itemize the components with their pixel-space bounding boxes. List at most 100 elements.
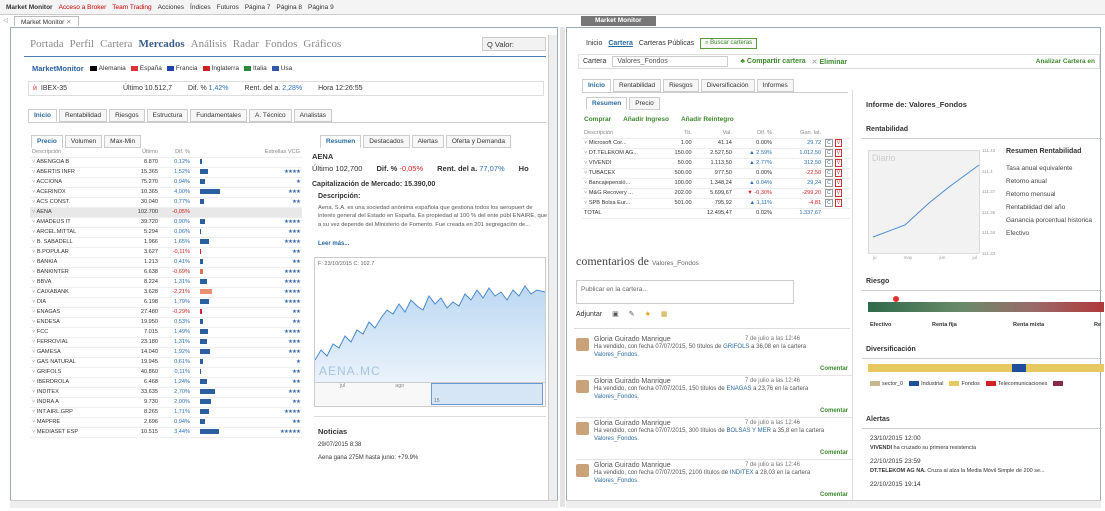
right-window-tab[interactable]: Market Monitor xyxy=(581,16,656,26)
left-subtab-3[interactable]: Estructura xyxy=(146,109,189,122)
market-flag-francia[interactable]: Francia xyxy=(166,65,198,72)
portfolio-row[interactable]: ˅ DT.TELEKOM AG... 150.00 2.527,50 ▲ 2.59% 1… xyxy=(582,148,850,159)
delete-cartera-button[interactable]: ✕ Eliminar xyxy=(812,58,847,66)
market-flag-alemania[interactable]: Alemania xyxy=(89,65,126,72)
table-row[interactable]: ˅ INT.AIRL.GRP 8.265 1,71% ★★★★ xyxy=(30,407,302,418)
table-row[interactable]: ˅ BANKIA 1.213 0,41% ★★ xyxy=(30,257,302,268)
sell-icon[interactable]: V xyxy=(834,139,843,147)
market-flag-inglaterra[interactable]: Inglaterra xyxy=(202,65,239,72)
index-name[interactable]: IBEX-35 xyxy=(41,85,67,92)
detail-tab-2[interactable]: Alertas xyxy=(411,135,444,148)
comentar-button[interactable]: Comentar xyxy=(820,366,848,372)
diversificacion-bar[interactable] xyxy=(868,364,1104,372)
table-row[interactable]: ˅ IBERDROLA 6.468 1,24% ★★ xyxy=(30,377,302,388)
left-subtab-4[interactable]: Fundamentales xyxy=(190,109,248,122)
market-flag-italia[interactable]: Italia xyxy=(243,65,267,72)
table-row[interactable]: ˅ ENDESA 19.950 0,53% ★★ xyxy=(30,317,302,328)
table-row[interactable]: ˅ INDRA A 9.730 2,00% ★★ xyxy=(30,397,302,408)
topnav-market-monitor[interactable]: Market Monitor xyxy=(6,4,53,11)
leer-mas-link[interactable]: Leer más... xyxy=(318,241,349,247)
cartera-select[interactable]: Valores_Fondos xyxy=(612,56,729,67)
publish-input[interactable]: Publicar en la cartera... xyxy=(576,280,794,304)
comment-portfolio-link[interactable]: Valores_Fondos. xyxy=(594,478,639,484)
chevron-left-icon[interactable]: ◁ xyxy=(3,16,8,24)
right-subtab-1[interactable]: Rentabilidad xyxy=(612,79,662,92)
comment-stock-link[interactable]: GRIFOLS xyxy=(723,344,749,350)
comment-author[interactable]: Gloria Guirado Manrique xyxy=(594,378,671,385)
comentar-button[interactable]: Comentar xyxy=(820,492,848,498)
comment-stock-link[interactable]: BOLSAS Y MER xyxy=(726,428,770,434)
valor-search-input[interactable]: Q Valor: xyxy=(482,37,546,51)
table-row[interactable]: ˅ GAS NATURAL 19.945 0,61% ★ xyxy=(30,357,302,368)
topnav-team-trading[interactable]: Team Trading xyxy=(112,4,151,11)
rent-summary-item[interactable]: Efectivo xyxy=(1006,227,1102,240)
sell-icon[interactable]: V xyxy=(834,199,843,207)
copy-icon[interactable]: C xyxy=(825,139,833,147)
avatar[interactable] xyxy=(576,464,589,477)
table-row[interactable]: ˅ GAMESA 14.040 1,92% ★★★ xyxy=(30,347,302,358)
comment-stock-link[interactable]: INDITEX xyxy=(730,470,754,476)
table-row[interactable]: ˅ ABENGOA B 8.870 0,12% xyxy=(30,157,302,168)
topnav-pagina-7[interactable]: Página 7 xyxy=(245,4,271,11)
nav-graficos[interactable]: Gráficos xyxy=(303,38,341,50)
left-subtab-0[interactable]: Inicio xyxy=(28,109,57,122)
portfolio-total-row[interactable]: TOTAL 12.495,47 0.02% 1.337,67 xyxy=(582,208,850,219)
rnav-carteras-publicas[interactable]: Carteras Públicas xyxy=(639,40,694,47)
copy-icon[interactable]: C xyxy=(825,159,833,167)
navigator-selection[interactable]: 15 xyxy=(431,383,543,405)
sell-icon[interactable]: V xyxy=(834,189,843,197)
rnav-cartera[interactable]: Cartera xyxy=(608,40,633,47)
copy-icon[interactable]: C xyxy=(825,199,833,207)
avatar[interactable] xyxy=(576,338,589,351)
table-row[interactable]: ˅ ACCIONA 75.270 0,94% ★ xyxy=(30,177,302,188)
nav-analisis[interactable]: Análisis xyxy=(191,38,227,50)
riesgo-bar[interactable] xyxy=(868,302,1104,312)
table-row[interactable]: ˅ ACERINOX 10.365 4,00% ★★★ xyxy=(30,187,302,198)
sell-icon[interactable]: V xyxy=(834,149,843,157)
portfolio-row[interactable]: ˅ SPB Bolsa Eur... 501.00 795,92 ▲ 1,11% -4,… xyxy=(582,198,850,209)
topnav-futuros[interactable]: Futuros xyxy=(217,4,239,11)
alert-item[interactable]: 23/10/2015 12:00 VIVENDI ha cruzado su pr… xyxy=(870,435,1102,451)
grid-icon[interactable]: ▦ xyxy=(661,310,668,318)
right-subtab-3[interactable]: Diversificación xyxy=(700,79,755,92)
table-row[interactable]: ˅ B.POPULAR 3.627 -0,11% ★★ xyxy=(30,247,302,258)
table-row[interactable]: ˅ BBVA 8.224 1,31% ★★★★ xyxy=(30,277,302,288)
table-row[interactable]: ˅ FCC 7.015 1,49% ★★★★ xyxy=(30,327,302,338)
pane-splitter[interactable] xyxy=(560,27,565,507)
briefcase-icon[interactable]: ▣ xyxy=(612,310,619,318)
topnav-indices[interactable]: Índices xyxy=(190,4,211,11)
market-flag-españa[interactable]: España xyxy=(130,65,162,72)
anadir-reintegro-button[interactable]: Añadir Reintegro xyxy=(681,116,734,123)
portfolio-row[interactable]: ˅ Microsoft Cor... 1.00 41.14 0.00% 29.72 C V xyxy=(582,138,850,149)
table-row[interactable]: ˅ AENA 102.700 -0,05% xyxy=(30,207,302,218)
right-subtab-4[interactable]: Informes xyxy=(756,79,794,92)
comentar-button[interactable]: Comentar xyxy=(820,450,848,456)
rent-summary-item[interactable]: Retorno mensual xyxy=(1006,188,1102,201)
topnav-acceso-broker[interactable]: Acceso a Broker xyxy=(59,4,107,11)
table-row[interactable]: ˅ B. SABADELL 1.966 1,65% ★★★★ xyxy=(30,237,302,248)
copy-icon[interactable]: C xyxy=(825,169,833,177)
edit-icon[interactable]: ✎ xyxy=(629,310,635,318)
left-window-tab[interactable]: Market Monitor ✕ xyxy=(14,16,79,26)
comment-author[interactable]: Gloria Guirado Manrique xyxy=(594,336,671,343)
comprar-button[interactable]: Comprar xyxy=(584,116,611,123)
table-row[interactable]: ˅ FERROVIAL 23.180 1,31% ★★★ xyxy=(30,337,302,348)
right-subtab-2[interactable]: Riesgos xyxy=(663,79,699,92)
left-subtab-5[interactable]: A. Técnico xyxy=(249,109,292,122)
table-row[interactable]: ˅ AMADEUS IT 39.720 0,90% ★★★★ xyxy=(30,217,302,228)
sell-icon[interactable]: V xyxy=(834,179,843,187)
comentar-button[interactable]: Comentar xyxy=(820,408,848,414)
sell-icon[interactable]: V xyxy=(834,169,843,177)
table-row[interactable]: ˅ INDITEX 33.635 2,70% ★★★ xyxy=(30,387,302,398)
close-icon[interactable]: ✕ xyxy=(66,19,71,26)
star-icon[interactable]: ★ xyxy=(645,310,651,318)
table-row[interactable]: ˅ ABERTIS INFR 15.365 1,52% ★★★★ xyxy=(30,167,302,178)
rent-summary-item[interactable]: Ganancia porcentual historica xyxy=(1006,214,1102,227)
rent-summary-item[interactable]: Retorno anual xyxy=(1006,175,1102,188)
nav-radar[interactable]: Radar xyxy=(233,38,259,50)
table-row[interactable]: ˅ ACS CONST. 30.040 0,77% ★★ xyxy=(30,197,302,208)
left-horizontal-scrollbar[interactable] xyxy=(10,500,558,508)
comment-author[interactable]: Gloria Guirado Manrique xyxy=(594,462,671,469)
topnav-pagina-8[interactable]: Página 8 xyxy=(276,4,302,11)
avatar[interactable] xyxy=(576,422,589,435)
